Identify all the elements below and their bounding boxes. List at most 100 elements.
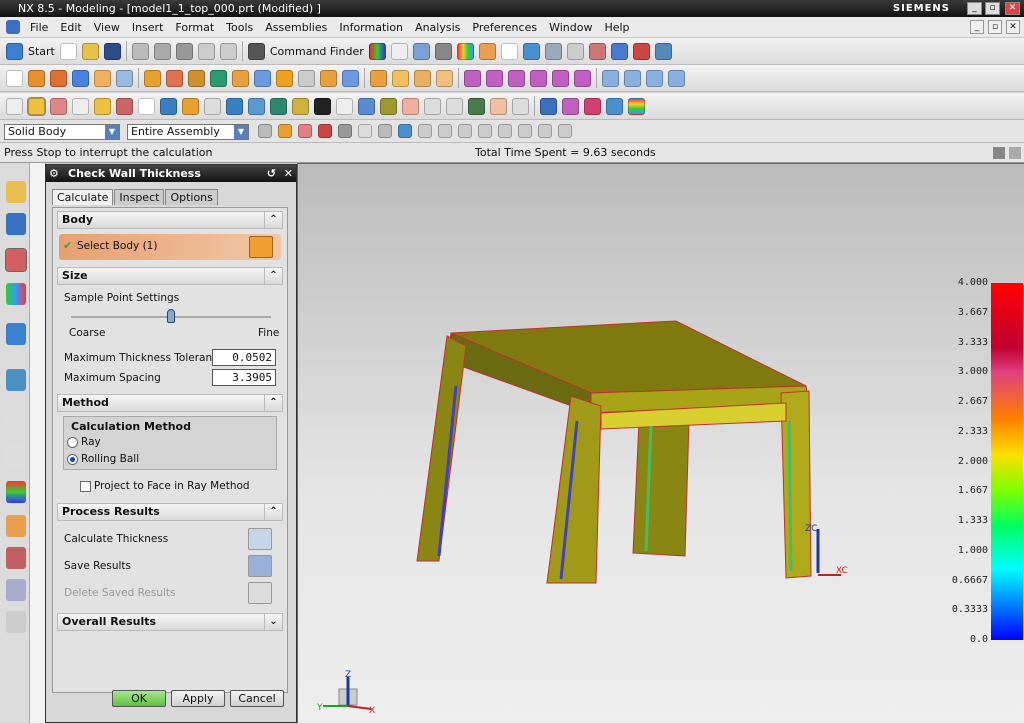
system-materials-icon[interactable] <box>6 445 26 467</box>
constraint-icon[interactable] <box>588 42 606 60</box>
swept-icon[interactable] <box>646 69 663 87</box>
unite-icon[interactable] <box>232 69 249 87</box>
body-icon[interactable] <box>398 124 412 138</box>
existing-point-icon[interactable] <box>558 124 572 138</box>
offset-icon[interactable] <box>370 69 387 87</box>
color-icon[interactable] <box>456 42 474 60</box>
cancel-button[interactable]: Cancel <box>230 690 284 707</box>
menu-assemblies[interactable]: Assemblies <box>259 21 333 34</box>
redo-icon[interactable] <box>219 42 237 60</box>
control-point-icon[interactable] <box>458 124 472 138</box>
body-group-header[interactable]: Body ⌃ <box>57 211 283 229</box>
type-filter-select[interactable]: Solid Body ▼ <box>4 124 120 140</box>
midpoint-icon[interactable] <box>438 124 452 138</box>
layer-icon[interactable] <box>500 42 518 60</box>
properties-icon[interactable] <box>6 97 23 115</box>
sync-replace-icon[interactable] <box>530 69 547 87</box>
menu-file[interactable]: File <box>24 21 54 34</box>
roles-icon[interactable] <box>6 515 26 537</box>
calculate-thickness-button[interactable] <box>248 528 272 550</box>
start-button[interactable]: Start <box>28 45 55 58</box>
intersection-icon[interactable] <box>478 124 492 138</box>
curvature-icon[interactable] <box>628 97 645 115</box>
fit-icon[interactable] <box>412 42 430 60</box>
gear-icon[interactable]: ⚙ <box>49 165 59 182</box>
intent-icon[interactable] <box>318 124 332 138</box>
rectangle-select-icon[interactable] <box>358 124 372 138</box>
new-file-icon[interactable] <box>59 42 77 60</box>
tab-inspect[interactable]: Inspect <box>114 189 165 205</box>
boss-icon[interactable] <box>94 69 111 87</box>
history-icon[interactable] <box>6 409 26 431</box>
cylinder-icon[interactable] <box>490 97 507 115</box>
point-icon[interactable] <box>188 69 205 87</box>
visualization-icon[interactable] <box>6 481 26 503</box>
sync-offset-icon[interactable] <box>508 69 525 87</box>
apply-button[interactable]: Apply <box>171 690 225 707</box>
process-results-header[interactable]: Process Results ⌃ <box>57 503 283 521</box>
project-to-face-checkbox[interactable] <box>80 481 91 492</box>
menu-window[interactable]: Window <box>543 21 598 34</box>
arc-center-icon[interactable] <box>498 124 512 138</box>
check-wall-thickness-icon[interactable] <box>27 96 46 116</box>
doc-minimize-button[interactable]: _ <box>970 20 984 34</box>
hole-icon[interactable] <box>72 69 89 87</box>
command-finder-button[interactable]: Command Finder <box>270 45 364 58</box>
assembly-navigator-icon[interactable] <box>6 181 26 203</box>
part-navigator-panel[interactable] <box>30 163 46 723</box>
sew-icon[interactable] <box>414 69 431 87</box>
gate-icon[interactable] <box>380 97 397 115</box>
ejector-icon[interactable] <box>402 97 419 115</box>
mold-icon[interactable] <box>182 97 199 115</box>
thicken-icon[interactable] <box>392 69 409 87</box>
cavity-icon[interactable] <box>314 97 331 115</box>
section-icon[interactable] <box>116 97 133 115</box>
face-icon[interactable] <box>378 124 392 138</box>
extrude-icon[interactable] <box>28 69 45 87</box>
csys-icon[interactable] <box>72 97 89 115</box>
drawing-icon[interactable] <box>446 97 463 115</box>
trim-icon[interactable] <box>254 69 271 87</box>
pocket-icon[interactable] <box>116 69 133 87</box>
sketch-icon[interactable] <box>6 69 23 87</box>
quadrant-icon[interactable] <box>518 124 532 138</box>
slope-icon[interactable] <box>562 97 579 115</box>
revolve-icon[interactable] <box>50 69 67 87</box>
maximize-button[interactable]: ▫ <box>985 2 1000 15</box>
reflection-icon[interactable] <box>606 97 623 115</box>
collapse-icon[interactable]: ⌃ <box>264 212 282 228</box>
box-icon[interactable] <box>94 97 111 115</box>
menu-format[interactable]: Format <box>169 21 220 34</box>
deviation-icon[interactable] <box>50 97 67 115</box>
menu-preferences[interactable]: Preferences <box>466 21 543 34</box>
constraint-navigator-icon[interactable] <box>6 213 26 235</box>
sync-delete-icon[interactable] <box>574 69 591 87</box>
info-icon[interactable] <box>390 42 408 60</box>
profile-icon[interactable] <box>138 97 155 115</box>
stop-icon[interactable] <box>993 147 1005 159</box>
menu-insert[interactable]: Insert <box>126 21 170 34</box>
sync-move-icon[interactable] <box>464 69 481 87</box>
undo-icon[interactable] <box>197 42 215 60</box>
minimize-button[interactable]: _ <box>967 2 982 15</box>
paste-icon[interactable] <box>175 42 193 60</box>
save-icon[interactable] <box>248 555 272 577</box>
pattern-icon[interactable] <box>166 69 183 87</box>
save-icon[interactable] <box>103 42 121 60</box>
eye-icon[interactable] <box>468 97 485 115</box>
ok-button[interactable]: OK <box>112 690 166 707</box>
collapse-icon[interactable]: ⌃ <box>264 504 282 520</box>
reuse-library-icon[interactable] <box>6 283 26 305</box>
through-curves-icon[interactable] <box>624 69 641 87</box>
render-icon[interactable] <box>434 42 452 60</box>
overall-results-header[interactable]: Overall Results ⌄ <box>57 613 283 631</box>
split-icon[interactable] <box>226 97 243 115</box>
solid-body-icon[interactable] <box>249 236 273 258</box>
tab-options[interactable]: Options <box>165 189 218 205</box>
open-icon[interactable] <box>81 42 99 60</box>
menu-help[interactable]: Help <box>598 21 635 34</box>
ray-radio[interactable] <box>67 437 78 448</box>
face-analysis-icon[interactable] <box>540 97 557 115</box>
menu-view[interactable]: View <box>88 21 126 34</box>
slide-icon[interactable] <box>248 97 265 115</box>
